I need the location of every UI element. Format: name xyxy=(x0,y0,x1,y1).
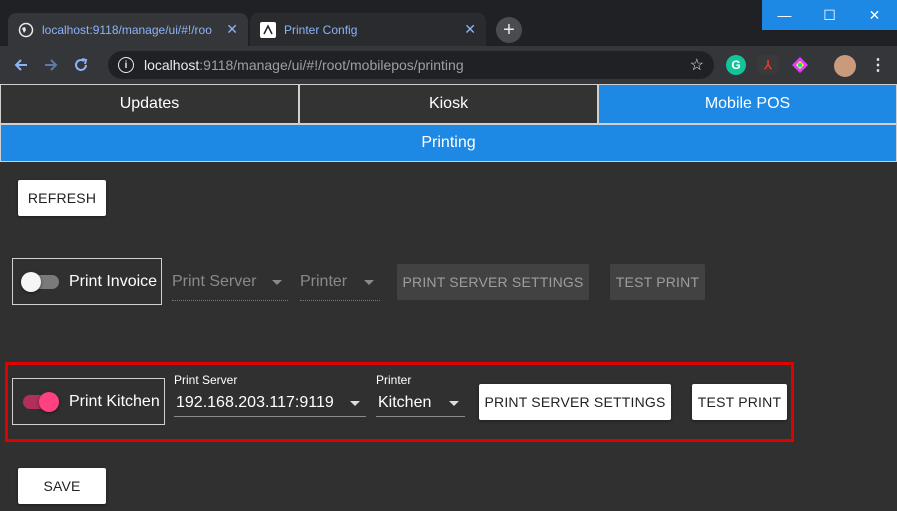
print-kitchen-toggle-group[interactable]: Print Kitchen xyxy=(12,378,165,425)
bookmark-star-icon[interactable]: ☆ xyxy=(690,55,704,75)
arrow-left-icon xyxy=(14,59,27,71)
chevron-down-icon xyxy=(449,401,459,406)
maximize-button[interactable]: ☐ xyxy=(807,0,852,30)
tab-kiosk[interactable]: Kiosk xyxy=(299,84,598,124)
main-nav-tabs: Updates Kiosk Mobile POS xyxy=(0,84,897,124)
kitchen-test-print-button[interactable]: TEST PRINT xyxy=(692,384,787,420)
print-kitchen-label: Print Kitchen xyxy=(69,392,160,410)
pdf-extension-icon[interactable]: ⅄ xyxy=(758,55,778,75)
browser-titlebar: localhost:9118/manage/ui/#!/roo ✕ Printe… xyxy=(0,0,897,46)
grammarly-extension-icon[interactable]: G xyxy=(726,55,746,75)
kitchen-printer-select[interactable]: Printer Kitchen xyxy=(376,373,465,417)
tab-title: Printer Config xyxy=(284,22,358,37)
url-path: :9118/manage/ui/#!/root/mobilepos/printi… xyxy=(199,57,464,73)
switch-thumb xyxy=(21,271,41,292)
close-tab-icon[interactable]: ✕ xyxy=(226,21,238,38)
select-label: Print Server xyxy=(174,373,238,387)
select-underline xyxy=(174,416,366,417)
select-label: Printer xyxy=(376,373,412,387)
save-button[interactable]: SAVE xyxy=(18,468,106,504)
reload-icon xyxy=(75,58,88,71)
minimize-button[interactable]: — xyxy=(762,0,807,30)
kitchen-print-server-select[interactable]: Print Server 192.168.203.117:9119 xyxy=(174,373,366,417)
switch-thumb xyxy=(39,391,59,412)
url-host: localhost xyxy=(144,57,200,73)
refresh-button[interactable]: REFRESH xyxy=(18,180,106,216)
print-invoice-label: Print Invoice xyxy=(69,272,158,290)
menu-dots-icon[interactable]: ⋮ xyxy=(868,55,888,75)
select-underline xyxy=(172,300,288,301)
profile-avatar[interactable] xyxy=(834,55,856,77)
tab-mobile-pos[interactable]: Mobile POS xyxy=(598,84,897,124)
info-icon[interactable]: i xyxy=(118,57,134,73)
tab-title: localhost:9118/manage/ui/#!/roo xyxy=(42,22,212,37)
tab-updates[interactable]: Updates xyxy=(0,84,299,124)
invoice-print-server-settings-button[interactable]: PRINT SERVER SETTINGS xyxy=(397,264,589,300)
chevron-down-icon xyxy=(364,280,374,285)
close-window-button[interactable]: ✕ xyxy=(852,0,897,30)
print-invoice-toggle-group[interactable]: Print Invoice xyxy=(12,258,162,305)
select-underline xyxy=(300,300,380,301)
print-invoice-switch[interactable] xyxy=(21,271,59,292)
select-placeholder: Print Server xyxy=(172,273,257,290)
app-favicon-icon xyxy=(260,21,276,38)
select-value: 192.168.203.117:9119 xyxy=(176,394,334,411)
select-placeholder: Printer xyxy=(300,273,348,290)
print-kitchen-switch[interactable] xyxy=(23,391,59,412)
select-value: Kitchen xyxy=(378,394,432,411)
chevron-down-icon xyxy=(350,401,360,406)
select-underline xyxy=(376,416,465,417)
new-tab-button[interactable]: + xyxy=(496,17,522,43)
chevron-down-icon xyxy=(272,280,282,285)
browser-tab-active[interactable]: localhost:9118/manage/ui/#!/roo ✕ xyxy=(8,13,248,46)
color-extension-icon[interactable] xyxy=(790,55,810,75)
forward-button[interactable] xyxy=(36,50,66,80)
address-bar[interactable]: i localhost:9118/manage/ui/#!/root/mobil… xyxy=(108,51,714,79)
globe-icon xyxy=(18,22,34,38)
back-button[interactable] xyxy=(6,50,36,80)
tab-printing[interactable]: Printing xyxy=(0,124,897,162)
arrow-right-icon xyxy=(45,59,58,71)
invoice-print-server-select[interactable]: Print Server xyxy=(172,270,288,302)
invoice-test-print-button[interactable]: TEST PRINT xyxy=(610,264,705,300)
close-tab-icon[interactable]: ✕ xyxy=(464,21,476,38)
browser-tab-inactive[interactable]: Printer Config ✕ xyxy=(250,13,486,46)
kitchen-print-server-settings-button[interactable]: PRINT SERVER SETTINGS xyxy=(479,384,671,420)
reload-button[interactable] xyxy=(66,50,96,80)
window-controls: — ☐ ✕ xyxy=(762,0,897,30)
invoice-printer-select[interactable]: Printer xyxy=(300,270,380,302)
